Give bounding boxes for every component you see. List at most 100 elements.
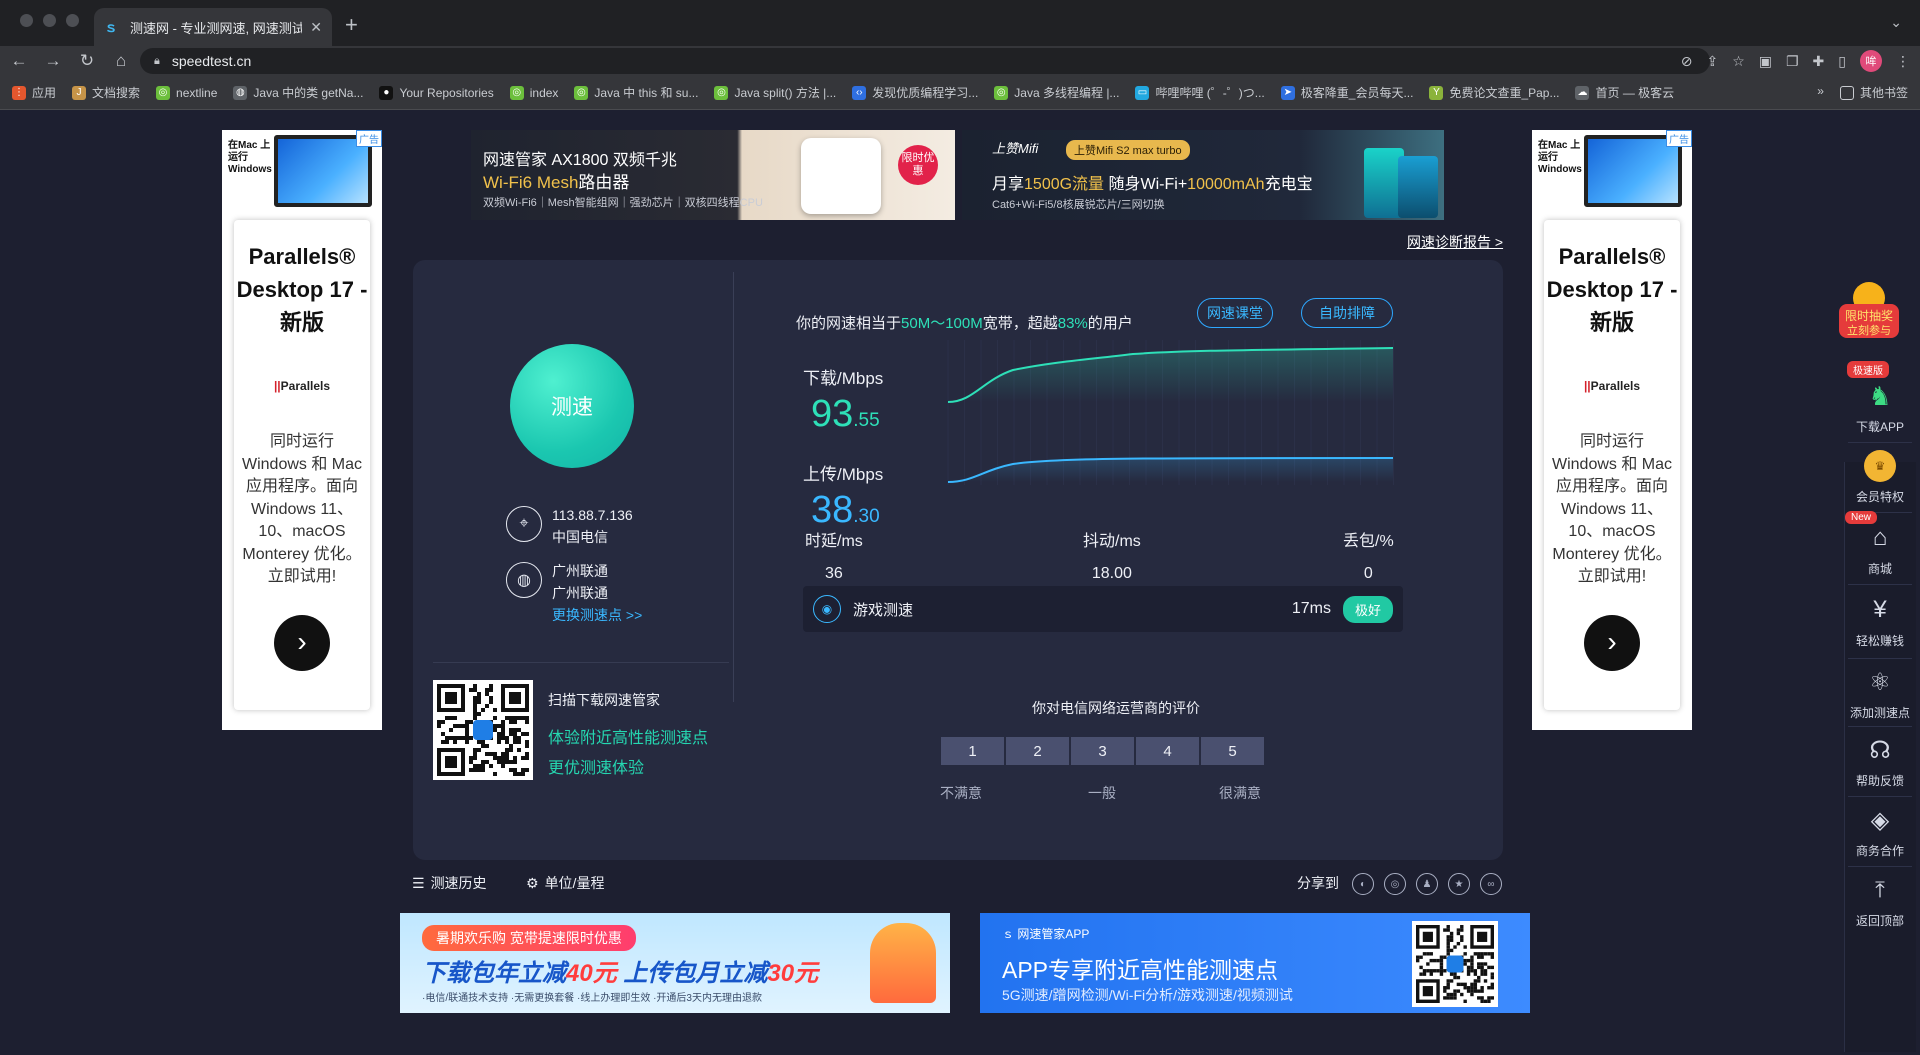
app-qr-code (1412, 921, 1498, 1007)
router-banner-ad[interactable]: 网速管家 AX1800 双频千兆 Wi-Fi6 Mesh路由器 双频Wi-Fi6… (471, 130, 955, 220)
packet-loss-label: 丢包/% (1343, 533, 1394, 550)
bookmark-item[interactable]: ◎ Java split() 方法 |... (714, 84, 836, 101)
extension-icon[interactable]: ▣ (1759, 53, 1772, 70)
app-promo-ad[interactable]: ｓ 网速管家APP APP专享附近高性能测速点 5G测速/蹭网检测/Wi-Fi分… (980, 913, 1530, 1013)
bookmark-item[interactable]: ▭ 哔哩哔哩 (゜-゜)つ... (1135, 84, 1265, 101)
bookmarks-overflow[interactable]: » (1817, 84, 1824, 101)
globe-icon: ◍ (233, 85, 248, 100)
side-panel-icon[interactable]: ▯ (1838, 53, 1846, 70)
change-server-link[interactable]: 更换测速点 >> (552, 607, 642, 623)
maximize-window-button[interactable] (66, 14, 79, 27)
ad-tag[interactable]: 广告 (1666, 130, 1692, 147)
latency-label: 时延/ms (805, 533, 863, 550)
other-bookmarks[interactable]: 其他书签 (1839, 84, 1908, 101)
ip-address: 113.88.7.136 (552, 507, 633, 523)
address-bar[interactable]: 🔒︎ speedtest.cn (140, 48, 1710, 74)
back-icon[interactable]: ← (4, 51, 34, 71)
tab-copy-icon[interactable]: ❐ (1786, 53, 1799, 70)
download-value: 93.55 (811, 393, 880, 435)
latency-stat: 时延/ms 36 (805, 527, 863, 583)
bookmark-item[interactable]: ● Your Repositories (379, 85, 494, 100)
mifi-banner-ad[interactable]: 上赞Mifi 上赞Mifi S2 max turbo 月享1500G流量 随身W… (962, 130, 1444, 220)
ad-line1: 网速管家 AX1800 双频千兆 (483, 152, 677, 169)
qzone-star-icon[interactable]: ★ (1448, 873, 1470, 895)
history-button[interactable]: ☰ 测速历史 (412, 873, 487, 893)
latency-value: 36 (824, 565, 843, 582)
rating-option-4[interactable]: 4 (1136, 737, 1199, 765)
rating-low-label: 不满意 (940, 785, 982, 801)
reload-icon[interactable]: ↻ (72, 51, 102, 71)
limited-offer-badge: 限时优惠 (898, 145, 938, 185)
bookmark-item[interactable]: ◎ nextline (156, 85, 217, 100)
active-tab[interactable]: ｓ 测速网 - 专业测网速, 网速测试, 宽 ✕ (94, 8, 332, 46)
bookmark-item[interactable]: ◎ Java 多线程编程 |... (994, 84, 1119, 101)
bookmark-item[interactable]: ☁ 首页 — 极客云 (1575, 84, 1674, 101)
chevron-right-icon[interactable]: › (1584, 614, 1640, 671)
speedtest-panel: 测速 ⌖ 113.88.7.136 中国电信 ◍ 广州联通 广州联通 更换测速点 >>… (413, 260, 1503, 860)
bookmark-favicon-icon: ◎ (574, 85, 589, 100)
ad-line3: Cat6+Wi-Fi5/8核展锐芯片/三网切换 (992, 199, 1165, 211)
bookmark-favicon-icon: ◎ (714, 85, 729, 100)
rating-option-3[interactable]: 3 (1071, 737, 1134, 765)
ad-body: 同时运行 Windows 和 Mac 应用程序。面向 Windows 11、10… (241, 433, 363, 585)
lock-icon[interactable]: 🔒︎ (154, 55, 160, 68)
bookmark-item[interactable]: J 文档搜索 (72, 84, 140, 101)
close-tab-icon[interactable]: ✕ (310, 19, 322, 36)
rating-option-2[interactable]: 2 (1006, 737, 1069, 765)
profile-avatar[interactable]: 哞 (1860, 50, 1882, 72)
ad-card[interactable]: Parallels® Desktop 17 - 新版 ||Parallels 同… (234, 220, 370, 710)
qr-code-image (1416, 925, 1494, 1003)
ad-card[interactable]: Parallels® Desktop 17 - 新版 ||Parallels 同… (1544, 220, 1680, 710)
bookmark-item[interactable]: ◎ index (509, 85, 558, 100)
puzzle-extensions-icon[interactable]: ✚ (1813, 53, 1825, 70)
share-label: 分享到 (1297, 875, 1339, 891)
toolbar-icons: ⊘ ⇪ ☆ ▣ ❐ ✚ ▯ 哞 ⋮ (1681, 50, 1910, 72)
promo-headline: 下载包年立减40元 上传包月立减30元 (422, 960, 819, 987)
rating-option-5[interactable]: 5 (1201, 737, 1264, 765)
unit-range-button[interactable]: ⚙ 单位/量程 (526, 873, 604, 893)
minimize-window-button[interactable] (43, 14, 56, 27)
left-side-ad[interactable]: 在Mac 上运行 Windows 广告 Parallels® Desktop 1… (222, 130, 382, 730)
rating-option-1[interactable]: 1 (941, 737, 1004, 765)
product-badge: 上赞Mifi S2 max turbo (1066, 140, 1190, 160)
bookmark-star-icon[interactable]: ☆ (1732, 53, 1745, 70)
bookmark-item[interactable]: ◍ Java 中的类 getNa... (233, 84, 363, 101)
broadband-promo-ad[interactable]: 暑期欢乐购 宽带提速限时优惠 下载包年立减40元 上传包月立减30元 ·电信/联… (400, 913, 950, 1013)
qr-promo: 扫描下载网速管家 体验附近高性能测速点 更优测速体验 (548, 690, 708, 778)
url-text[interactable]: speedtest.cn (172, 53, 251, 69)
self-help-button[interactable]: 自助排障 (1301, 298, 1393, 328)
qq-icon[interactable]: ♟ (1416, 873, 1438, 895)
ad-header: 在Mac 上运行 Windows 广告 (1532, 130, 1692, 220)
game-speed-row[interactable]: ◉ 游戏测速 17ms 极好 (803, 586, 1403, 632)
right-side-ad[interactable]: 在Mac 上运行 Windows 广告 Parallels® Desktop 1… (1532, 130, 1692, 730)
share-icon[interactable]: ⇪ (1706, 53, 1718, 70)
start-test-button[interactable]: 测速 (510, 344, 634, 468)
weibo-icon[interactable]: ◎ (1384, 873, 1406, 895)
bookmark-item[interactable]: ⋮ 应用 (12, 84, 56, 101)
phone-image (1398, 156, 1438, 218)
bookmark-item[interactable]: ‹› 发现优质编程学习... (852, 84, 978, 101)
promo-pill: 暑期欢乐购 宽带提速限时优惠 (422, 925, 636, 951)
home-icon[interactable]: ⌂ (106, 51, 136, 71)
menu-icon[interactable]: ⋮ (1896, 53, 1910, 70)
ad-line2: Wi-Fi6 Mesh路由器 (483, 173, 630, 192)
new-tab-button[interactable]: + (345, 12, 358, 38)
bookmark-item[interactable]: ➤ 极客降重_会员每天... (1280, 84, 1413, 101)
packet-loss-stat: 丢包/% 0 (1343, 527, 1394, 583)
wechat-icon[interactable]: ◐ (1352, 873, 1374, 895)
chevron-right-icon[interactable]: › (274, 614, 330, 671)
diagnosis-report-link[interactable]: 网速诊断报告 > (1407, 232, 1503, 252)
forward-icon[interactable]: → (38, 51, 68, 71)
upload-label: 上传/Mbps (803, 465, 884, 484)
ad-line2: 月享1500G流量 随身Wi-Fi+10000mAh充电宝 (992, 176, 1313, 193)
speed-class-button[interactable]: 网速课堂 (1197, 298, 1273, 328)
ip-info: ⌖ 113.88.7.136 中国电信 (506, 504, 633, 548)
link-icon[interactable]: ∞ (1480, 873, 1502, 895)
window-controls[interactable] (20, 14, 79, 27)
ad-tag[interactable]: 广告 (356, 130, 382, 147)
bookmark-item[interactable]: Y 免费论文查重_Pap... (1429, 84, 1559, 101)
close-window-button[interactable] (20, 14, 33, 27)
tab-search-icon[interactable]: ⌄ (1890, 14, 1902, 31)
blocked-icon[interactable]: ⊘ (1681, 53, 1693, 70)
bookmark-item[interactable]: ◎ Java 中 this 和 su... (574, 84, 698, 101)
